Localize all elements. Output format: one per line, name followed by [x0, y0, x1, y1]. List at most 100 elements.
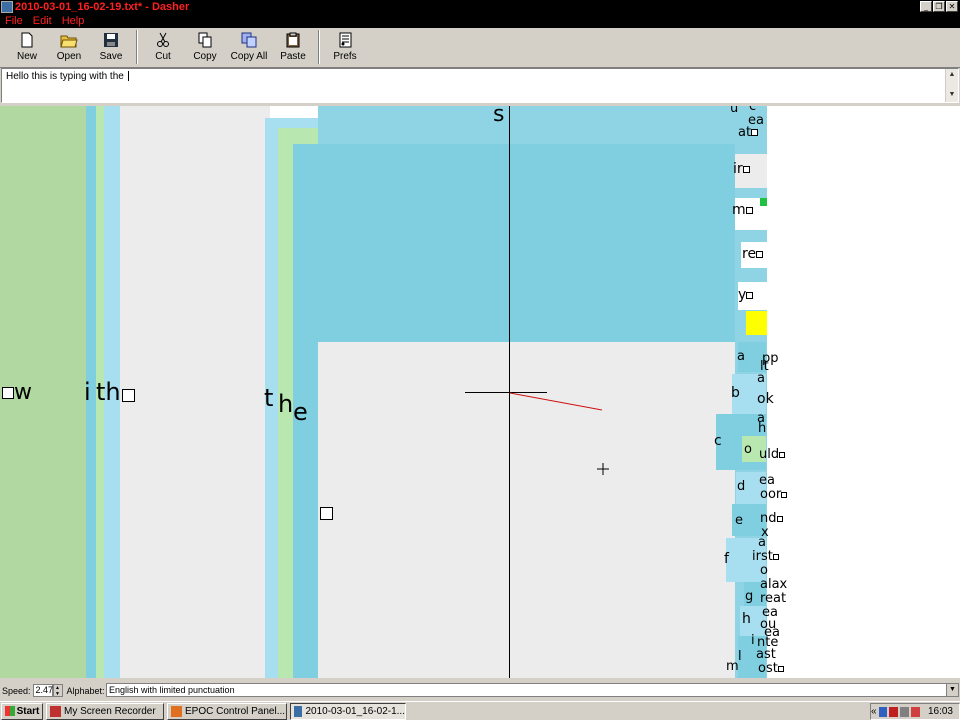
typed-text: Hello this is typing with the — [6, 71, 127, 82]
glyph-oor: oor — [760, 488, 788, 501]
start-button[interactable]: Start — [1, 702, 43, 720]
glyph-e: e — [293, 398, 308, 426]
text-output-area[interactable]: Hello this is typing with the ▲ ▼ — [1, 68, 959, 103]
open-folder-icon — [60, 35, 78, 48]
prefs-button[interactable]: Prefs — [324, 28, 366, 66]
save-label: Save — [99, 51, 123, 62]
text-caret — [127, 71, 129, 82]
menu-file[interactable]: File — [0, 15, 28, 27]
new-button[interactable]: New — [6, 28, 48, 66]
copy-label: Copy — [193, 51, 217, 62]
glyph-t: t — [264, 384, 274, 412]
glyph-s: s — [493, 106, 505, 127]
glyph-i: i — [84, 378, 91, 406]
copy-all-icon — [241, 32, 257, 48]
glyph-h-right: h — [742, 611, 751, 627]
close-button[interactable]: ✕ — [946, 1, 958, 12]
save-disk-icon — [104, 33, 118, 47]
task-epoc-control-panel[interactable]: EPOC Control Panel... — [167, 702, 287, 720]
paste-label: Paste — [280, 51, 306, 62]
tray-network-icon[interactable] — [878, 706, 888, 717]
restore-button[interactable]: ❐ — [933, 1, 945, 12]
tray-expand-icon[interactable]: « — [871, 706, 877, 717]
glyph-space-box-2 — [320, 507, 333, 520]
toolbar: New Open Save Cut Copy Copy All Paste Pr… — [0, 28, 960, 68]
new-label: New — [16, 51, 37, 62]
epoc-icon — [171, 705, 182, 717]
speed-spinner-icon[interactable]: ▲ ▼ — [52, 684, 63, 697]
scissors-icon — [157, 32, 169, 47]
taskbar: Start My Screen Recorder EPOC Control Pa… — [0, 701, 960, 720]
speed-label: Speed: — [2, 685, 31, 696]
clock[interactable]: 16:03 — [928, 706, 953, 717]
task-screen-recorder[interactable]: My Screen Recorder — [46, 702, 164, 720]
glyph-ed: ea — [759, 473, 775, 488]
glyph-b: b — [731, 385, 740, 401]
glyph-a-b: a — [757, 371, 765, 386]
glyph-o: o — [744, 442, 752, 457]
glyph-re: re — [742, 247, 764, 261]
menu-bar: File Edit Help — [0, 14, 960, 28]
copy-icon — [198, 32, 212, 48]
speed-input[interactable]: 2.47 — [32, 684, 53, 697]
task-label: 2010-03-01_16-02-1... — [305, 705, 405, 717]
glyph-ost: ost — [758, 662, 784, 675]
glyph-u: u — [730, 106, 739, 116]
glyph-at: at — [738, 126, 759, 139]
glyph-space-box — [122, 389, 135, 402]
dasher-app-icon — [1, 1, 13, 13]
glyph-d: d — [737, 479, 746, 494]
recorder-icon — [50, 705, 61, 717]
glyph-a-f: a — [758, 535, 766, 550]
glyph-h-c: h — [758, 421, 767, 436]
title-bar: 2010-03-01_16-02-19.txt* - Dasher _ ❐ ✕ — [0, 0, 960, 14]
chevron-down-icon[interactable]: ▼ — [946, 684, 958, 696]
pointer-line — [509, 392, 609, 475]
text-scrollbar[interactable]: ▲ ▼ — [945, 69, 958, 102]
glyph-h: h — [278, 390, 294, 418]
glyph-m-bottom: m — [726, 659, 739, 674]
open-button[interactable]: Open — [48, 28, 90, 66]
cut-label: Cut — [155, 51, 171, 62]
alphabet-value: English with limited punctuation — [109, 685, 235, 695]
task-dasher[interactable]: 2010-03-01_16-02-1... — [290, 702, 406, 720]
menu-edit[interactable]: Edit — [28, 15, 57, 27]
glyph-ir: ir — [733, 162, 750, 176]
scroll-down-arrow-icon[interactable]: ▼ — [946, 89, 958, 100]
window-title: 2010-03-01_16-02-19.txt* - Dasher — [15, 1, 190, 13]
cut-button[interactable]: Cut — [142, 28, 184, 66]
windows-logo-icon — [4, 706, 15, 716]
open-label: Open — [56, 51, 82, 62]
save-button[interactable]: Save — [90, 28, 132, 66]
glyph-nd: nd — [760, 512, 783, 525]
toolbar-separator — [318, 30, 320, 64]
task-label: EPOC Control Panel... — [185, 705, 286, 717]
paste-clipboard-icon — [286, 32, 300, 48]
tray-volume-icon[interactable] — [900, 706, 910, 717]
menu-help[interactable]: Help — [57, 15, 90, 27]
status-bar: Speed: 2.47 ▲ ▼ Alphabet: English with li… — [0, 682, 960, 699]
glyph-reat: reat — [760, 591, 787, 606]
preferences-icon — [339, 32, 352, 48]
glyph-f: f — [724, 551, 729, 567]
toolbar-separator — [136, 30, 138, 64]
copy-all-button[interactable]: Copy All — [226, 28, 272, 66]
glyph-uld: uld — [759, 448, 786, 461]
paste-button[interactable]: Paste — [272, 28, 314, 66]
alphabet-select[interactable]: English with limited punctuation ▼ — [106, 683, 959, 697]
glyph-y: y — [738, 288, 754, 302]
alphabet-label: Alphabet: — [66, 685, 105, 696]
glyph-irst: irst — [752, 550, 779, 563]
new-file-icon — [21, 32, 33, 48]
glyph-g: g — [745, 589, 754, 604]
glyph-c: c — [749, 106, 757, 114]
prefs-label: Prefs — [333, 51, 357, 62]
tray-shield-icon[interactable] — [911, 706, 920, 717]
scroll-up-arrow-icon[interactable]: ▲ — [946, 69, 958, 80]
start-label: Start — [16, 705, 40, 717]
minimize-button[interactable]: _ — [920, 1, 932, 12]
glyph-ast: ast — [756, 647, 776, 662]
dasher-canvas[interactable]: w i th t h e s u c ea at ir m re y a pp … — [0, 106, 960, 678]
tray-recorder-icon[interactable] — [889, 706, 899, 717]
copy-button[interactable]: Copy — [184, 28, 226, 66]
